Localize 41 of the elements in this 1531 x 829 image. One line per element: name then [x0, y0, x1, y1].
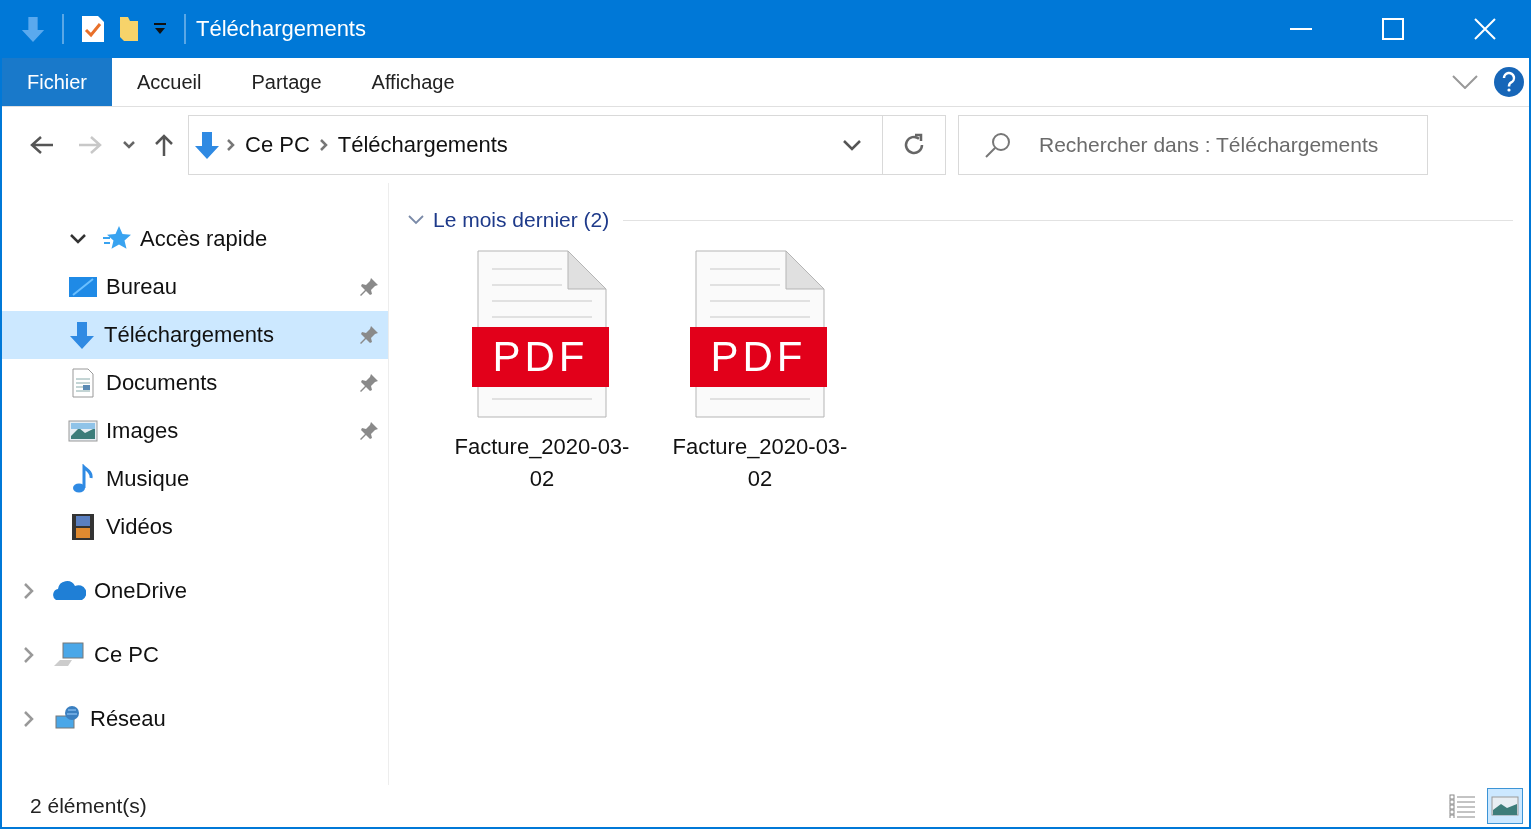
sidebar-item-label: Accès rapide: [140, 226, 269, 252]
sidebar-item[interactable]: Accès rapide: [2, 215, 388, 263]
breadcrumb[interactable]: Ce PC: [241, 132, 314, 158]
sidebar-item-label: Images: [106, 418, 180, 444]
ribbon-tab[interactable]: Affichage: [346, 58, 480, 106]
search-icon: [984, 131, 1012, 159]
minimize-icon: [1290, 28, 1312, 30]
sidebar-item-label: Bureau: [106, 274, 178, 300]
search-field[interactable]: Rechercher dans : Téléchargements: [958, 115, 1428, 175]
file-name[interactable]: Facture_2020-03-02: [453, 431, 631, 495]
close-icon: [1474, 18, 1496, 40]
sidebar-item[interactable]: OneDrive: [2, 567, 388, 615]
sidebar-item[interactable]: Bureau: [2, 263, 388, 311]
sidebar-item-label: Musique: [106, 466, 191, 492]
window-title: Téléchargements: [196, 16, 366, 42]
sidebar-item[interactable]: Ce PC: [2, 631, 388, 679]
sidebar-item-label: Téléchargements: [104, 322, 275, 348]
download-icon: [68, 320, 96, 350]
sidebar-item[interactable]: Musique: [2, 455, 388, 503]
sidebar-item-label: OneDrive: [94, 578, 188, 604]
sidebar-item[interactable]: Documents: [2, 359, 388, 407]
large-icons-view-button[interactable]: [1487, 788, 1523, 824]
item-count: 2 élément(s): [30, 794, 148, 818]
ribbon-tab[interactable]: Partage: [226, 58, 347, 106]
sidebar-item[interactable]: Réseau: [2, 695, 388, 743]
download-icon: [193, 130, 221, 160]
sidebar-item-label: Ce PC: [94, 642, 160, 668]
sidebar-item[interactable]: Vidéos: [2, 503, 388, 551]
dropdown-chevron-icon[interactable]: [842, 138, 862, 152]
breadcrumb[interactable]: Téléchargements: [333, 132, 512, 158]
ribbon-tab[interactable]: Accueil: [112, 58, 227, 106]
ribbon-tab[interactable]: Fichier: [2, 58, 112, 106]
sidebar-item[interactable]: Images: [2, 407, 388, 455]
sidebar-item[interactable]: Téléchargements: [2, 311, 388, 359]
address-bar[interactable]: Ce PC Téléchargements: [188, 115, 946, 175]
sidebar-item-label: Documents: [106, 370, 219, 396]
group-header[interactable]: Le mois dernier (2): [433, 208, 610, 232]
maximize-icon: [1382, 18, 1404, 40]
sidebar-item-label: Vidéos: [106, 514, 174, 540]
sidebar-item-label: Réseau: [90, 706, 167, 732]
file-name[interactable]: Facture_2020-03-02: [671, 431, 849, 495]
